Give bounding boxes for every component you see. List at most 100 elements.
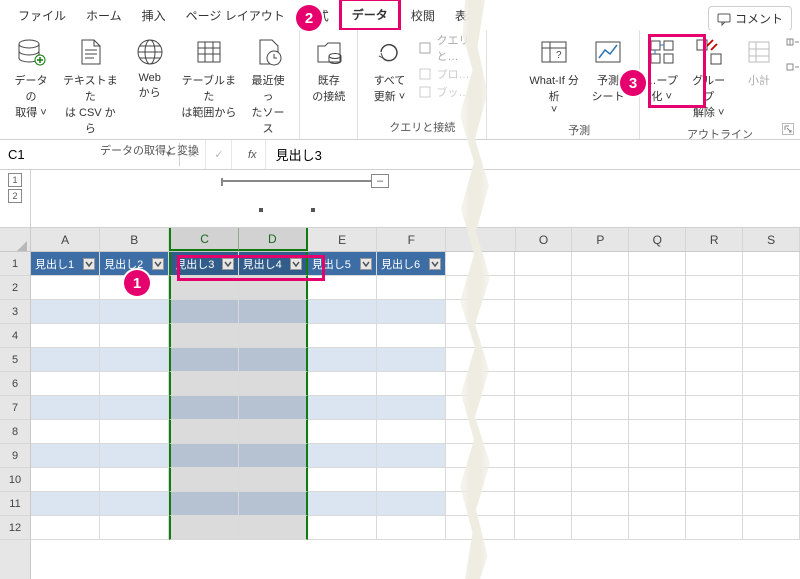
from-text-csv-button[interactable]: テキストまた は CSV から <box>56 32 125 138</box>
menu-tab-ホーム[interactable]: ホーム <box>76 2 132 29</box>
column-header-B[interactable]: B <box>100 228 169 251</box>
cell[interactable] <box>169 516 238 540</box>
cell[interactable] <box>629 324 686 348</box>
column-header-C[interactable]: C <box>169 228 238 251</box>
cell[interactable] <box>515 516 572 540</box>
column-header-Q[interactable]: Q <box>629 228 686 251</box>
cell[interactable] <box>169 444 238 468</box>
column-header-F[interactable]: F <box>377 228 446 251</box>
cell[interactable] <box>629 300 686 324</box>
ungroup-button[interactable]: グループ 解除 ˅ <box>683 32 734 122</box>
cell[interactable] <box>515 324 572 348</box>
row-header-2[interactable]: 2 <box>0 276 30 300</box>
column-header-P[interactable]: P <box>572 228 629 251</box>
cell[interactable] <box>239 420 308 444</box>
menu-tab-挿入[interactable]: 挿入 <box>132 2 176 29</box>
cell[interactable] <box>572 348 629 372</box>
cell[interactable] <box>629 348 686 372</box>
column-header-S[interactable]: S <box>743 228 800 251</box>
cell[interactable] <box>629 372 686 396</box>
cell[interactable] <box>169 372 238 396</box>
row-header-11[interactable]: 11 <box>0 492 30 516</box>
cell[interactable] <box>31 300 100 324</box>
cell[interactable] <box>31 516 100 540</box>
cell[interactable] <box>572 492 629 516</box>
cell[interactable] <box>308 420 377 444</box>
cell[interactable] <box>515 444 572 468</box>
cell[interactable] <box>239 444 308 468</box>
outline-collapse-button[interactable]: – <box>371 174 389 188</box>
show-detail-icon[interactable] <box>786 38 800 51</box>
cell[interactable] <box>169 300 238 324</box>
cell[interactable] <box>686 276 743 300</box>
cell[interactable]: 見出し3 <box>169 252 238 276</box>
cell[interactable] <box>686 372 743 396</box>
cell[interactable] <box>308 444 377 468</box>
cell[interactable] <box>377 348 446 372</box>
cell[interactable] <box>446 396 515 420</box>
cell[interactable] <box>515 252 572 276</box>
cell[interactable] <box>743 444 800 468</box>
cell[interactable] <box>239 324 308 348</box>
filter-dropdown-icon[interactable] <box>222 258 234 270</box>
cell[interactable] <box>446 468 515 492</box>
cell[interactable] <box>743 468 800 492</box>
cell[interactable] <box>629 468 686 492</box>
properties-button[interactable]: プロ… <box>418 66 480 82</box>
cell[interactable] <box>308 396 377 420</box>
row-header-6[interactable]: 6 <box>0 372 30 396</box>
cell[interactable] <box>629 252 686 276</box>
column-header-blank[interactable] <box>446 228 515 251</box>
cell[interactable] <box>515 420 572 444</box>
cell[interactable] <box>515 492 572 516</box>
formula-value[interactable]: 見出し3 <box>266 141 332 168</box>
filter-dropdown-icon[interactable] <box>152 258 164 270</box>
cell[interactable] <box>31 444 100 468</box>
cell[interactable] <box>239 516 308 540</box>
cell[interactable] <box>572 252 629 276</box>
cell[interactable] <box>743 420 800 444</box>
hide-detail-icon[interactable] <box>786 63 800 76</box>
menu-tab-ファイル[interactable]: ファイル <box>8 2 76 29</box>
cell[interactable] <box>446 372 515 396</box>
outline-level-2[interactable]: 2 <box>8 189 22 203</box>
cell[interactable] <box>308 516 377 540</box>
cell[interactable] <box>629 516 686 540</box>
cell[interactable] <box>308 324 377 348</box>
cell[interactable] <box>446 444 515 468</box>
cell[interactable] <box>446 276 515 300</box>
cell[interactable] <box>169 492 238 516</box>
cell[interactable] <box>572 420 629 444</box>
cell[interactable] <box>377 276 446 300</box>
row-header-12[interactable]: 12 <box>0 516 30 540</box>
cell[interactable] <box>743 276 800 300</box>
insert-function-button[interactable]: fx <box>240 140 266 169</box>
cell[interactable]: 見出し6 <box>377 252 446 276</box>
cell[interactable] <box>169 324 238 348</box>
cell[interactable] <box>515 348 572 372</box>
cell[interactable] <box>31 324 100 348</box>
cell[interactable] <box>239 300 308 324</box>
cell[interactable] <box>308 372 377 396</box>
cell[interactable]: 見出し4 <box>239 252 308 276</box>
cell[interactable] <box>308 468 377 492</box>
cell[interactable] <box>743 324 800 348</box>
row-header-4[interactable]: 4 <box>0 324 30 348</box>
what-if-button[interactable]: ? What-If 分析 ˅ <box>525 32 583 118</box>
cell[interactable] <box>572 372 629 396</box>
cell[interactable] <box>239 396 308 420</box>
queries-connections-button[interactable]: クエリと… <box>418 32 480 64</box>
column-header-A[interactable]: A <box>31 228 100 251</box>
cell[interactable] <box>100 420 169 444</box>
get-data-button[interactable]: データの 取得 ˅ <box>6 32 56 122</box>
cell[interactable] <box>515 396 572 420</box>
cell[interactable] <box>743 396 800 420</box>
cell[interactable] <box>100 492 169 516</box>
cell[interactable] <box>308 300 377 324</box>
cell[interactable] <box>446 420 515 444</box>
cell[interactable] <box>743 492 800 516</box>
row-header-10[interactable]: 10 <box>0 468 30 492</box>
select-all-corner[interactable] <box>0 228 30 252</box>
forecast-sheet-button[interactable]: 予測 シート <box>583 32 633 106</box>
cell[interactable] <box>31 468 100 492</box>
